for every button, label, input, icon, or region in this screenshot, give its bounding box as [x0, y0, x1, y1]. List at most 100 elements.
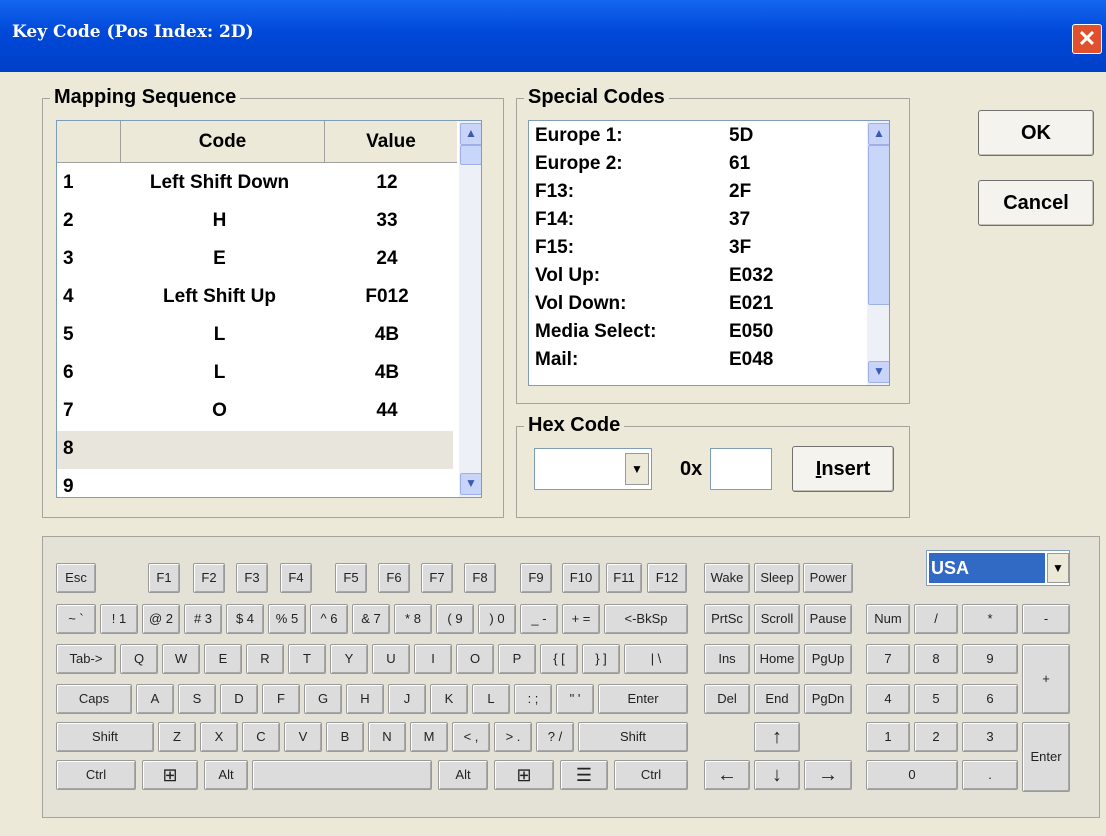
key-numlock[interactable]: Num	[866, 604, 910, 634]
cancel-button[interactable]: Cancel	[978, 180, 1094, 226]
key-left-ctrl[interactable]: Ctrl	[56, 760, 136, 790]
key-r[interactable]: R	[246, 644, 284, 674]
key-b[interactable]: B	[326, 722, 364, 752]
key-7[interactable]: & 7	[352, 604, 390, 634]
key-j[interactable]: J	[388, 684, 426, 714]
key-z[interactable]: Z	[158, 722, 196, 752]
key-a[interactable]: A	[136, 684, 174, 714]
key-right-bracket[interactable]: } ]	[582, 644, 620, 674]
table-row[interactable]: 5 L 4B	[57, 317, 453, 355]
key-2[interactable]: @ 2	[142, 604, 180, 634]
key-f8[interactable]: F8	[464, 563, 496, 593]
key-num-plus[interactable]: +	[1022, 644, 1070, 714]
key-num-dot[interactable]: .	[962, 760, 1018, 790]
close-button[interactable]: ✕	[1072, 24, 1102, 54]
key-wake[interactable]: Wake	[704, 563, 750, 593]
key-period[interactable]: > .	[494, 722, 532, 752]
mapping-table[interactable]: Code Value 1 Left Shift Down 12 2 H 33 3 E 24 …	[56, 120, 482, 498]
scroll-down-icon[interactable]: ▼	[460, 473, 481, 495]
key-tab[interactable]: Tab->	[56, 644, 116, 674]
chevron-down-icon[interactable]: ▼	[1047, 553, 1069, 583]
key-quote[interactable]: " '	[556, 684, 594, 714]
key-semicolon[interactable]: : ;	[514, 684, 552, 714]
key-9[interactable]: ( 9	[436, 604, 474, 634]
scroll-thumb[interactable]	[460, 145, 481, 165]
arrow-left-icon[interactable]: ←	[704, 760, 750, 790]
key-p[interactable]: P	[498, 644, 536, 674]
key-num-3[interactable]: 3	[962, 722, 1018, 752]
scroll-up-icon[interactable]: ▲	[868, 123, 889, 145]
key-num-0[interactable]: 0	[866, 760, 958, 790]
ok-button[interactable]: OK	[978, 110, 1094, 156]
special-codes-scrollbar[interactable]: ▲ ▼	[867, 121, 889, 385]
key-minus[interactable]: _ -	[520, 604, 558, 634]
key-0[interactable]: ) 0	[478, 604, 516, 634]
key-f2[interactable]: F2	[193, 563, 225, 593]
key-num-enter[interactable]: Enter	[1022, 722, 1070, 792]
key-left-alt[interactable]: Alt	[204, 760, 248, 790]
key-y[interactable]: Y	[330, 644, 368, 674]
key-ins[interactable]: Ins	[704, 644, 750, 674]
key-tilde[interactable]: ~ `	[56, 604, 96, 634]
key-5[interactable]: % 5	[268, 604, 306, 634]
key-space[interactable]	[252, 760, 432, 790]
key-comma[interactable]: < ,	[452, 722, 490, 752]
table-row[interactable]: 4 Left Shift Up F012	[57, 279, 453, 317]
key-home[interactable]: Home	[754, 644, 800, 674]
arrow-down-icon[interactable]: ↓	[754, 760, 800, 790]
key-u[interactable]: U	[372, 644, 410, 674]
key-f1[interactable]: F1	[148, 563, 180, 593]
windows-key-icon[interactable]: ⊞	[142, 760, 198, 790]
key-esc[interactable]: Esc	[56, 563, 96, 593]
key-equals[interactable]: + =	[562, 604, 600, 634]
key-right-shift[interactable]: Shift	[578, 722, 688, 752]
key-pgdn[interactable]: PgDn	[804, 684, 852, 714]
key-3[interactable]: # 3	[184, 604, 222, 634]
arrow-up-icon[interactable]: ↑	[754, 722, 800, 752]
key-power[interactable]: Power	[803, 563, 853, 593]
table-row[interactable]: 9	[57, 469, 453, 497]
scroll-down-icon[interactable]: ▼	[868, 361, 889, 383]
key-f10[interactable]: F10	[562, 563, 600, 593]
chevron-down-icon[interactable]: ▼	[625, 453, 649, 485]
table-row[interactable]: 1 Left Shift Down 12	[57, 165, 453, 203]
key-f3[interactable]: F3	[236, 563, 268, 593]
key-d[interactable]: D	[220, 684, 258, 714]
table-row-selected[interactable]: 8	[57, 431, 453, 469]
key-k[interactable]: K	[430, 684, 468, 714]
key-g[interactable]: G	[304, 684, 342, 714]
key-v[interactable]: V	[284, 722, 322, 752]
special-codes-list[interactable]: Europe 1: 5D Europe 2: 61 F13: 2F F14: 37 F1…	[528, 120, 890, 386]
menu-key-icon[interactable]: ☰	[560, 760, 608, 790]
key-f7[interactable]: F7	[421, 563, 453, 593]
key-e[interactable]: E	[204, 644, 242, 674]
key-f11[interactable]: F11	[606, 563, 642, 593]
key-left-bracket[interactable]: { [	[540, 644, 578, 674]
key-num-4[interactable]: 4	[866, 684, 910, 714]
scroll-thumb[interactable]	[868, 145, 889, 305]
key-pgup[interactable]: PgUp	[804, 644, 852, 674]
key-w[interactable]: W	[162, 644, 200, 674]
key-f5[interactable]: F5	[335, 563, 367, 593]
key-8[interactable]: * 8	[394, 604, 432, 634]
key-right-alt[interactable]: Alt	[438, 760, 488, 790]
key-scroll[interactable]: Scroll	[754, 604, 800, 634]
key-l[interactable]: L	[472, 684, 510, 714]
key-i[interactable]: I	[414, 644, 452, 674]
key-f6[interactable]: F6	[378, 563, 410, 593]
key-sleep[interactable]: Sleep	[754, 563, 800, 593]
key-enter[interactable]: Enter	[598, 684, 688, 714]
header-code[interactable]: Code	[121, 121, 325, 163]
table-row[interactable]: 6 L 4B	[57, 355, 453, 393]
key-1[interactable]: ! 1	[100, 604, 138, 634]
key-pause[interactable]: Pause	[804, 604, 852, 634]
key-left-shift[interactable]: Shift	[56, 722, 154, 752]
key-num-divide[interactable]: /	[914, 604, 958, 634]
key-num-7[interactable]: 7	[866, 644, 910, 674]
table-row[interactable]: 7 O 44	[57, 393, 453, 431]
key-t[interactable]: T	[288, 644, 326, 674]
key-end[interactable]: End	[754, 684, 800, 714]
key-num-2[interactable]: 2	[914, 722, 958, 752]
key-num-9[interactable]: 9	[962, 644, 1018, 674]
mapping-scrollbar[interactable]: ▲ ▼	[459, 121, 481, 497]
